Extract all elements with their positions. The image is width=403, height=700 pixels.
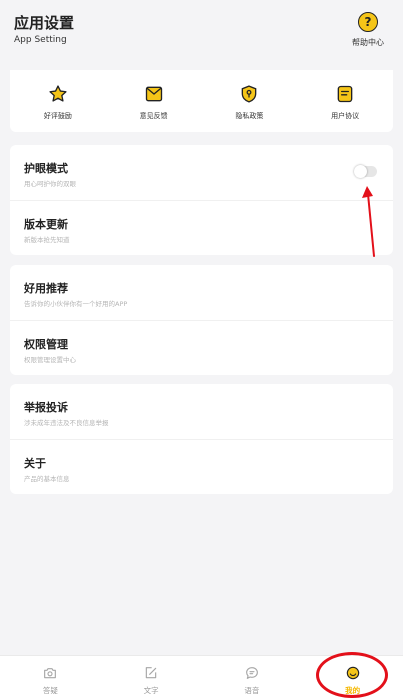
page-title: 应用设置 <box>14 14 75 32</box>
quick-action-rate[interactable]: 好评鼓励 <box>10 70 106 132</box>
tab-label: 文字 <box>143 686 159 695</box>
edit-icon <box>145 667 157 679</box>
settings-group-1: 护眼模式 用心呵护你的双眼 版本更新 新版本抢先知道 <box>10 145 393 255</box>
row-description: 产品的基本信息 <box>24 475 70 483</box>
star-icon <box>49 85 67 102</box>
shield-icon <box>242 85 257 103</box>
row-title: 权限管理 <box>24 338 68 351</box>
camera-icon <box>44 668 57 679</box>
tab-qa[interactable]: 答疑 <box>0 656 101 700</box>
settings-group-2: 好用推荐 告诉你的小伙伴你有一个好用的APP 权限管理 权限管理设置中心 <box>10 265 393 375</box>
settings-group-3: 举报投诉 涉未成年违法及不良信息举报 关于 产品的基本信息 <box>10 384 393 494</box>
row-description: 告诉你的小伙伴你有一个好用的APP <box>24 300 128 308</box>
mail-icon <box>145 86 162 102</box>
version-update-row[interactable]: 版本更新 新版本抢先知道 <box>10 200 393 255</box>
help-center-button[interactable]: ? 帮助中心 <box>343 12 393 48</box>
quick-action-privacy[interactable]: 隐私政策 <box>202 70 298 132</box>
annotation-circle <box>316 652 388 698</box>
row-title: 好用推荐 <box>24 282 68 295</box>
quick-actions-card: 好评鼓励 意见反馈 隐私政策 用户协议 <box>10 70 393 132</box>
about-row[interactable]: 关于 产品的基本信息 <box>10 439 393 494</box>
tab-label: 语音 <box>244 686 260 695</box>
help-center-label: 帮助中心 <box>352 38 384 47</box>
quick-action-label: 意见反馈 <box>139 112 168 120</box>
quick-action-label: 用户协议 <box>331 112 360 120</box>
permission-management-row[interactable]: 权限管理 权限管理设置中心 <box>10 320 393 375</box>
tab-text[interactable]: 文字 <box>101 656 202 700</box>
quick-action-feedback[interactable]: 意见反馈 <box>106 70 202 132</box>
report-complaint-row[interactable]: 举报投诉 涉未成年违法及不良信息举报 <box>10 384 393 439</box>
row-description: 权限管理设置中心 <box>24 356 76 364</box>
row-title: 版本更新 <box>24 218 68 231</box>
chat-bubble-icon <box>245 667 258 679</box>
recommend-row[interactable]: 好用推荐 告诉你的小伙伴你有一个好用的APP <box>10 265 393 320</box>
tab-label: 答疑 <box>42 686 58 695</box>
row-description: 用心呵护你的双眼 <box>24 180 76 188</box>
quick-action-label: 好评鼓励 <box>43 112 72 120</box>
document-icon <box>337 85 353 103</box>
tab-voice[interactable]: 语音 <box>202 656 303 700</box>
question-icon: ? <box>358 12 378 32</box>
row-description: 新版本抢先知道 <box>24 236 70 244</box>
quick-action-label: 隐私政策 <box>235 112 264 120</box>
eye-care-mode-row[interactable]: 护眼模式 用心呵护你的双眼 <box>10 145 393 200</box>
row-title: 护眼模式 <box>24 162 68 175</box>
row-title: 关于 <box>24 457 46 470</box>
page-subtitle: App Setting <box>14 35 67 45</box>
header: 应用设置 App Setting ? 帮助中心 <box>0 0 403 70</box>
annotation-arrow-icon <box>362 186 375 257</box>
row-title: 举报投诉 <box>24 401 68 414</box>
row-description: 涉未成年违法及不良信息举报 <box>24 419 109 427</box>
quick-action-agreement[interactable]: 用户协议 <box>297 70 393 132</box>
